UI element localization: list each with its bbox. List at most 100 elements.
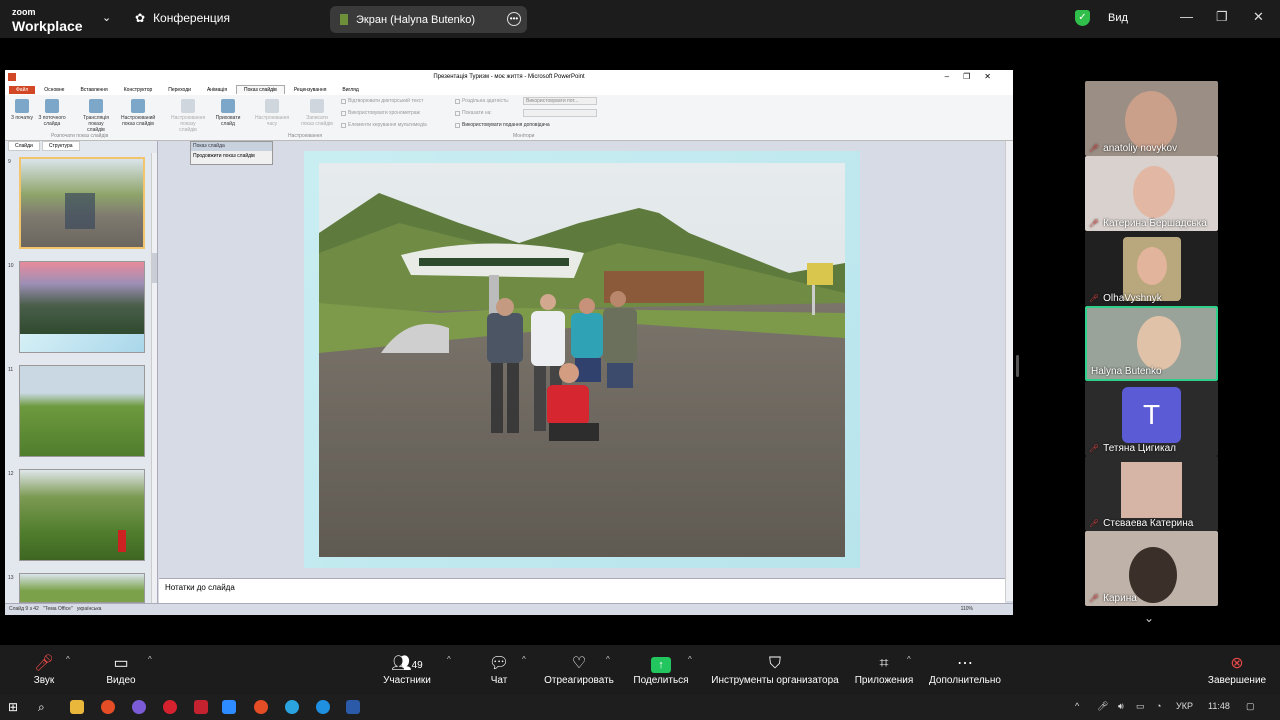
screen-share-indicator[interactable]: Экран (Halyna Butenko) ••• [330, 6, 527, 33]
chat-button[interactable]: 💬︎ Чат [484, 653, 514, 686]
chevron-down-icon[interactable]: ⌄ [102, 11, 111, 24]
meeting-controls: 🎤︎ Звук ^ ▭ Видео ^ 👥︎49 Участники ^ 💬︎ … [0, 645, 1280, 695]
tab-outline[interactable]: Структура [41, 141, 80, 151]
viber-icon[interactable] [132, 700, 146, 714]
hide-slide-button[interactable]: Приховати слайд [211, 99, 245, 127]
participants-options-caret[interactable]: ^ [447, 655, 451, 664]
gallery-scroll-down-icon[interactable]: ⌄ [1144, 611, 1154, 625]
participant-tile[interactable]: 🎤︎ Стєваева Катерина [1085, 456, 1218, 531]
slides-pane-scrollbar[interactable] [151, 153, 157, 603]
tray-mic-icon[interactable]: 🎤︎ [1097, 701, 1108, 712]
video-button[interactable]: ▭ Видео [102, 653, 140, 686]
record-show-button[interactable]: Записати показ слайдів [300, 99, 334, 127]
windows-start-icon[interactable]: ⊞ [8, 700, 22, 714]
tab-review[interactable]: Рецензування [287, 86, 334, 94]
tab-slideshow[interactable]: Показ слайдів [236, 85, 285, 94]
zoom-taskbar-icon[interactable] [222, 700, 236, 714]
more-icon: ⋯ [957, 655, 973, 672]
use-timings-checkbox[interactable]: Використовувати хронометраж [341, 110, 420, 116]
word-icon[interactable] [346, 700, 360, 714]
tray-chevron-icon[interactable]: ^ [1075, 701, 1079, 711]
tab-design[interactable]: Конструктор [117, 86, 160, 94]
chrome-icon[interactable] [101, 700, 115, 714]
ppt-window-controls[interactable]: –❐✕ [945, 70, 1005, 84]
more-options-icon[interactable]: ••• [507, 12, 521, 26]
apps-options-caret[interactable]: ^ [907, 655, 911, 664]
file-explorer-icon[interactable] [70, 700, 84, 714]
participant-tile[interactable]: 🎤︎ Карина [1085, 531, 1218, 606]
telegram-icon[interactable] [285, 700, 299, 714]
tab-file[interactable]: Файл [9, 85, 36, 94]
acrobat-icon[interactable] [194, 700, 208, 714]
participant-tile-active-speaker[interactable]: Halyna Butenko [1085, 306, 1218, 381]
tab-insert[interactable]: Вставлення [73, 86, 114, 94]
setup-show-button[interactable]: Настроювання показу слайдів [171, 99, 205, 133]
slide-thumbnail[interactable] [19, 365, 145, 457]
rehearse-timings-button[interactable]: Настроювання часу [255, 99, 289, 127]
more-button[interactable]: ⋯ Дополнительно [926, 653, 1004, 686]
play-narrations-checkbox[interactable]: Відтворювати дикторський текст [341, 98, 423, 104]
windows-taskbar: ⊞ ⌕ ^ 🎤︎ 🔊︎ ▭ ◔ УКР 11:48 ▢ [0, 695, 1280, 720]
current-slide[interactable] [304, 151, 860, 568]
meeting-info-button[interactable]: ✿ Конференция [135, 11, 230, 25]
floating-toolbar-title: Показ слайда [191, 142, 272, 151]
maximize-button[interactable]: ❐ [1216, 9, 1228, 25]
opera-icon[interactable] [163, 700, 177, 714]
participant-tile[interactable]: 🎤︎ anatoliy novykov [1085, 81, 1218, 156]
tab-transitions[interactable]: Переходи [161, 86, 198, 94]
close-button[interactable]: ✕ [1253, 9, 1264, 25]
panel-resize-handle[interactable] [1016, 355, 1019, 377]
slide-thumbnail[interactable] [19, 261, 145, 353]
broadcast-button[interactable]: Трансляція показу слайдів [79, 99, 113, 133]
zoom-level[interactable]: 110% [961, 606, 973, 612]
tab-view[interactable]: Вигляд [335, 86, 365, 94]
media-controls-checkbox[interactable]: Елементи керування мультимедіа [341, 122, 427, 128]
participant-tile[interactable]: T 🎤︎ Тетяна Цигикал [1085, 381, 1218, 456]
from-beginning-button[interactable]: З початку [5, 99, 39, 121]
notes-pane[interactable]: Нотатки до слайда [159, 578, 1005, 603]
minimize-button[interactable]: — [1180, 9, 1193, 24]
audio-options-caret[interactable]: ^ [66, 655, 70, 664]
show-on-select[interactable] [523, 109, 597, 117]
slide-thumbnail[interactable] [19, 469, 145, 561]
battery-icon[interactable]: ▭ [1136, 701, 1145, 712]
slides-pane: Слайди Структура 9 10 11 12 13 [5, 141, 158, 603]
resolution-select[interactable]: Використовувати пот... [523, 97, 597, 105]
zoom-logo: zoom Workplace [12, 7, 83, 34]
video-options-caret[interactable]: ^ [148, 655, 152, 664]
tab-home[interactable]: Основне [37, 86, 71, 94]
status-slide-count: Слайд 9 з 42 [9, 606, 39, 612]
search-icon[interactable]: ⌕ [38, 700, 52, 714]
tab-slides[interactable]: Слайди [8, 141, 40, 151]
clock[interactable]: 11:48 [1208, 701, 1230, 711]
security-shield-icon[interactable]: ✓ [1075, 10, 1090, 26]
slide-thumbnail[interactable] [19, 573, 145, 603]
muted-mic-icon: 🎤︎ [1089, 219, 1100, 228]
chrome-icon[interactable] [254, 700, 268, 714]
participants-button[interactable]: 👥︎49 Участники [380, 653, 434, 686]
share-options-caret[interactable]: ^ [688, 655, 692, 664]
shield-icon: ⛉ [768, 655, 781, 672]
language-indicator[interactable]: УКР [1176, 701, 1193, 711]
from-current-button[interactable]: З поточного слайда [35, 99, 69, 127]
host-tools-button[interactable]: ⛉ Инструменты организатора [708, 653, 842, 686]
edge-icon[interactable] [316, 700, 330, 714]
custom-show-button[interactable]: Настроюваний показ слайдів [121, 99, 155, 127]
tab-animations[interactable]: Анімація [200, 86, 234, 94]
share-button[interactable]: ↑ Поделиться [630, 653, 692, 686]
chat-icon: 💬︎ [488, 655, 510, 672]
resume-slideshow-button[interactable]: Продовжити показ слайдів [191, 151, 272, 161]
end-meeting-button[interactable]: ⊗ Завершение [1204, 653, 1270, 686]
slide-vertical-scrollbar[interactable] [1005, 141, 1013, 601]
participant-tile[interactable]: 🎤︎ OlhaVyshnyk [1085, 231, 1218, 306]
audio-button[interactable]: 🎤︎ Звук [28, 653, 60, 686]
presenter-view-checkbox[interactable]: Використовувати подання доповідача [455, 122, 550, 128]
slide-thumbnail[interactable] [19, 157, 145, 249]
notifications-icon[interactable]: ▢ [1246, 701, 1255, 712]
participant-tile[interactable]: 🎤︎ Катерина Бершадська [1085, 156, 1218, 231]
volume-icon[interactable]: 🔊︎ [1118, 701, 1124, 712]
chat-options-caret[interactable]: ^ [522, 655, 526, 664]
react-options-caret[interactable]: ^ [606, 655, 610, 664]
wifi-icon[interactable]: ◔ [1156, 701, 1161, 711]
view-menu[interactable]: Вид [1108, 12, 1128, 24]
